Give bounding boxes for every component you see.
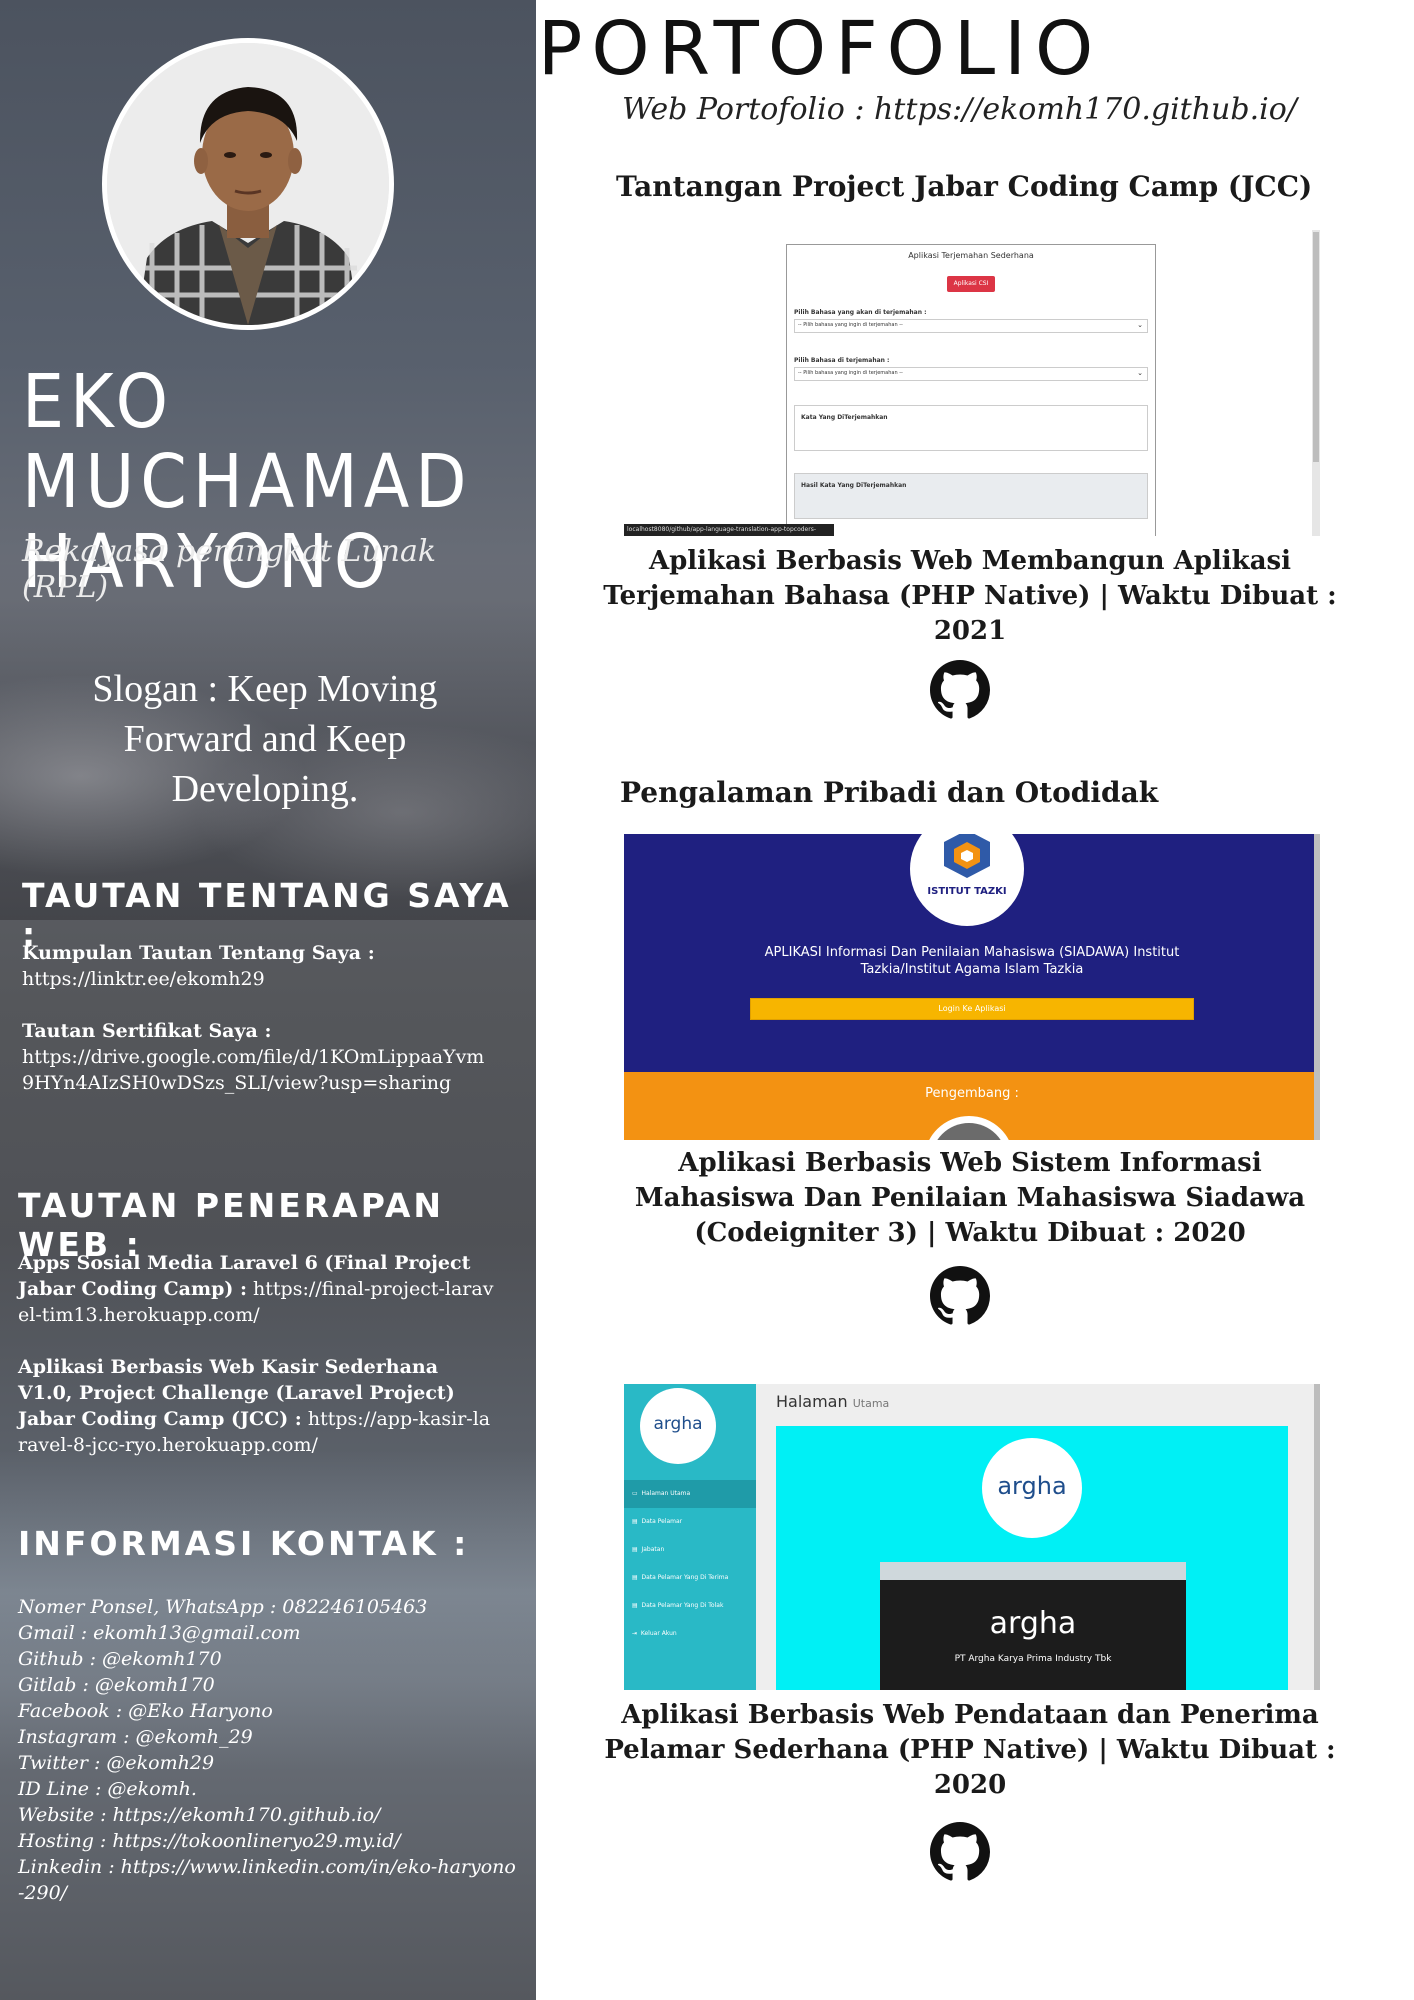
contact-gitlab[interactable]: Gitlab : @ekomh170 bbox=[18, 1672, 518, 1698]
github-icon[interactable] bbox=[930, 1822, 990, 1882]
argha-sidebar-brand: argha bbox=[653, 1414, 703, 1434]
target-language-label: Pilih Bahasa di terjemahan : bbox=[794, 357, 890, 364]
slogan: Slogan : Keep Moving Forward and Keep De… bbox=[92, 668, 438, 810]
certificate-link[interactable]: https://drive.google.com/file/d/1KOmLipp… bbox=[22, 1046, 484, 1094]
translator-app-screenshot: Aplikasi Terjemahan Sederhana Aplikasi C… bbox=[624, 230, 1320, 536]
siadawa-logo-text: ISTITUT TAZKI bbox=[927, 886, 1007, 897]
building-company: PT Argha Karya Prima Industry Tbk bbox=[954, 1654, 1112, 1664]
contact-heading: INFORMASI KONTAK : bbox=[18, 1524, 470, 1563]
about-item: Kumpulan Tautan Tentang Saya : https://l… bbox=[22, 940, 492, 992]
about-links: Kumpulan Tautan Tentang Saya : https://l… bbox=[22, 940, 492, 1122]
input-text-label: Kata Yang DiTerjemahkan bbox=[801, 414, 888, 421]
source-language-select: -- Pilih bahasa yang ingin di terjemahan… bbox=[794, 319, 1148, 333]
target-language-select: -- Pilih bahasa yang ingin di terjemahan… bbox=[794, 367, 1148, 381]
contact-instagram[interactable]: Instagram : @ekomh_29 bbox=[18, 1724, 518, 1750]
input-text-area: Kata Yang DiTerjemahkan bbox=[794, 405, 1148, 451]
argha-page-subtitle: Utama bbox=[852, 1397, 890, 1410]
web-item: Aplikasi Berbasis Web Kasir Sederhana V1… bbox=[18, 1354, 498, 1458]
argha-sidebar-logo: argha bbox=[640, 1388, 716, 1464]
argha-sidebar: argha ▭ Halaman Utama ▤ Data Pelamar ▤ J… bbox=[624, 1384, 756, 1690]
contact-linkedin[interactable]: Linkedin : https://www.linkedin.com/in/e… bbox=[18, 1854, 518, 1906]
contact-gmail[interactable]: Gmail : ekomh13@gmail.com bbox=[18, 1620, 518, 1646]
menu-item-label: Halaman Utama bbox=[641, 1490, 691, 1497]
page-title: PORTOFOLIO bbox=[537, 6, 1103, 92]
target-select-value: -- Pilih bahasa yang ingin di terjemahan… bbox=[798, 370, 903, 376]
chevron-down-icon: ⌄ bbox=[1137, 369, 1143, 377]
siadawa-app-screenshot: ISTITUT TAZKI APLIKASI Informasi Dan Pen… bbox=[624, 834, 1320, 1140]
github-icon[interactable] bbox=[930, 660, 990, 720]
contact-hosting[interactable]: Hosting : https://tokoonlineryo29.my.id/ bbox=[18, 1828, 518, 1854]
contact-line: ID Line : @ekomh. bbox=[18, 1778, 197, 1800]
project-3-caption: Aplikasi Berbasis Web Pendataan dan Pene… bbox=[604, 1700, 1336, 1800]
menu-item-label: Jabatan bbox=[641, 1546, 665, 1553]
menu-item-home: ▭ Halaman Utama bbox=[624, 1480, 756, 1508]
about-item: Tautan Sertifikat Saya : https://drive.g… bbox=[22, 1018, 492, 1096]
siadawa-headline: APLIKASI Informasi Dan Penilaian Mahasis… bbox=[764, 945, 1180, 977]
menu-item-accepted: ▤ Data Pelamar Yang Di Terima bbox=[632, 1574, 729, 1581]
avatar bbox=[102, 38, 394, 330]
status-url: localhost8080/github/app-language-transl… bbox=[624, 524, 834, 536]
siadawa-developer-band: Pengembang : bbox=[624, 1072, 1320, 1140]
translator-form-frame: Aplikasi Terjemahan Sederhana Aplikasi C… bbox=[786, 244, 1156, 536]
web-item: Apps Sosial Media Laravel 6 (Final Proje… bbox=[18, 1250, 498, 1328]
siadawa-logo: ISTITUT TAZKI bbox=[910, 834, 1024, 926]
contact-facebook[interactable]: Facebook : @Eko Haryono bbox=[18, 1698, 518, 1724]
source-select-value: -- Pilih bahasa yang ingin di terjemahan… bbox=[798, 322, 903, 328]
menu-item-rejected: ▤ Data Pelamar Yang Di Tolak bbox=[632, 1602, 724, 1609]
argha-menu: ▭ Halaman Utama ▤ Data Pelamar ▤ Jabatan… bbox=[624, 1480, 756, 1648]
argha-page-title: Halaman bbox=[776, 1392, 848, 1411]
siadawa-login-button: Login Ke Aplikasi bbox=[750, 998, 1194, 1020]
argha-building: argha PT Argha Karya Prima Industry Tbk bbox=[880, 1562, 1186, 1690]
developer-avatar bbox=[924, 1116, 1014, 1140]
sidebar: EKO MUCHAMAD HARYONO Rekayasa perangkat … bbox=[0, 0, 536, 2000]
web-links: Apps Sosial Media Laravel 6 (Final Proje… bbox=[18, 1250, 498, 1484]
about-item-label: Kumpulan Tautan Tentang Saya : bbox=[22, 942, 375, 964]
project-1-caption: Aplikasi Berbasis Web Membangun Aplikasi… bbox=[603, 546, 1337, 646]
argha-hero-logo: argha bbox=[982, 1438, 1082, 1538]
linktree-link[interactable]: https://linktr.ee/ekomh29 bbox=[22, 968, 265, 990]
contact-phone: Nomer Ponsel, WhatsApp : 082246105463 bbox=[18, 1596, 428, 1618]
menu-item-logout: ⇥ Keluar Akun bbox=[632, 1630, 677, 1637]
contact-website[interactable]: Website : https://ekomh170.github.io/ bbox=[18, 1802, 518, 1828]
siadawa-developer-label: Pengembang : bbox=[925, 1086, 1019, 1101]
menu-item-label: Data Pelamar bbox=[641, 1518, 683, 1525]
institute-logo-icon bbox=[944, 834, 990, 878]
github-icon[interactable] bbox=[930, 1266, 990, 1326]
source-language-label: Pilih Bahasa yang akan di terjemahan : bbox=[794, 309, 927, 316]
menu-item-label: Data Pelamar Yang Di Tolak bbox=[641, 1602, 724, 1609]
argha-page-header: Halaman Utama bbox=[776, 1392, 889, 1411]
project-2-caption: Aplikasi Berbasis Web Sistem Informasi M… bbox=[634, 1148, 1306, 1248]
about-item-label: Tautan Sertifikat Saya : bbox=[22, 1020, 272, 1042]
chevron-down-icon: ⌄ bbox=[1137, 321, 1143, 329]
output-text-area: Hasil Kata Yang DiTerjemahkan bbox=[794, 473, 1148, 519]
contact-github[interactable]: Github : @ekomh170 bbox=[18, 1646, 518, 1672]
portfolio-subtitle[interactable]: Web Portofolio : https://ekomh170.github… bbox=[622, 92, 1382, 127]
menu-item-positions: ▤ Jabatan bbox=[632, 1546, 665, 1553]
argha-hero: argha argha PT Argha Karya Prima Industr… bbox=[776, 1426, 1288, 1690]
scrollbar bbox=[1312, 230, 1320, 536]
menu-item-label: Data Pelamar Yang Di Terima bbox=[641, 1574, 729, 1581]
argha-hero-brand: argha bbox=[997, 1472, 1067, 1500]
section-personal-heading: Pengalaman Pribadi dan Otodidak bbox=[620, 776, 1159, 809]
building-brand: argha bbox=[989, 1606, 1077, 1641]
contact-list: Nomer Ponsel, WhatsApp : 082246105463 Gm… bbox=[18, 1594, 518, 1906]
contact-twitter[interactable]: Twitter : @ekomh29 bbox=[18, 1750, 518, 1776]
scrollbar bbox=[1314, 834, 1320, 1140]
section-jcc-heading: Tantangan Project Jabar Coding Camp (JCC… bbox=[616, 170, 1313, 203]
name-line-1: EKO MUCHAMAD bbox=[22, 359, 473, 525]
scrollbar bbox=[1314, 1384, 1320, 1690]
menu-item-label: Keluar Akun bbox=[640, 1630, 677, 1637]
argha-app-screenshot: argha ▭ Halaman Utama ▤ Data Pelamar ▤ J… bbox=[624, 1384, 1320, 1690]
translator-button: Aplikasi CSI bbox=[947, 276, 995, 292]
menu-item-applicants: ▤ Data Pelamar bbox=[632, 1518, 683, 1525]
role: Rekayasa perangkat Lunak (RPL) bbox=[22, 534, 437, 605]
output-text-label: Hasil Kata Yang DiTerjemahkan bbox=[801, 482, 907, 489]
translator-header: Aplikasi Terjemahan Sederhana bbox=[908, 251, 1034, 260]
